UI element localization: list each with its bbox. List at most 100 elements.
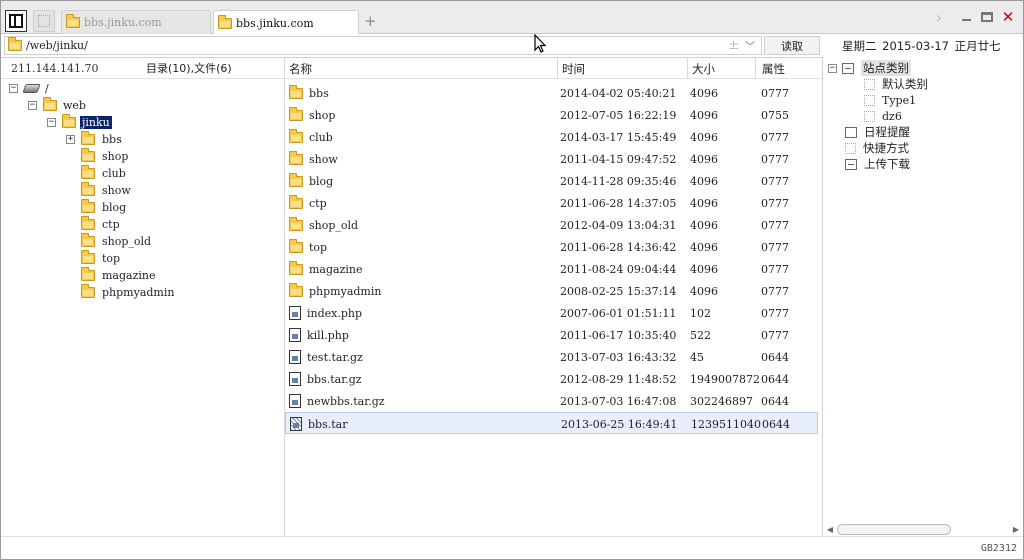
file-name: shop_old [309,218,359,232]
category-item[interactable]: Type1 [864,92,916,108]
scroll-thumb[interactable] [837,523,951,535]
schedule-node[interactable]: 日程提醒 [845,124,910,140]
file-size: 302246897 [690,394,753,408]
folder-icon [43,97,57,111]
folder-icon [81,267,95,281]
folder-icon [289,282,303,297]
file-row[interactable]: bbs.tar 2013-06-25 16:49:41 1239511040 0644 [285,412,818,434]
directory-tree-panel: 211.144.141.70 目录(10),文件(6) − / − web − … [1,58,285,536]
file-row[interactable]: top 2011-06-28 14:36:42 4096 0777 [285,236,818,258]
scroll-right-icon[interactable]: ▶ [1011,525,1021,534]
file-name: top [309,240,328,254]
tree-node-club[interactable]: club [81,165,126,182]
tab-site-1[interactable]: bbs.jinku.com [61,10,211,34]
path-input[interactable]: /web/jinku/ ± ﹀ [4,36,762,55]
folder-icon [289,84,303,99]
file-time: 2012-04-09 13:04:31 [560,218,677,232]
blank-page-icon[interactable] [33,10,55,32]
close-icon[interactable]: ✕ [1001,8,1015,26]
file-size: 102 [690,306,711,320]
new-tab-plus-icon[interactable]: + [364,13,377,29]
tree-node-bbs[interactable]: + bbs [66,131,122,148]
file-name-cell: newbbs.tar.gz [289,390,385,412]
encoding-label[interactable]: GB2312 [981,543,1017,554]
site-category-node[interactable]: − 站点类别 [828,60,911,76]
file-row[interactable]: kill.php 2011-06-17 10:35:40 522 0777 [285,324,818,346]
file-time: 2011-04-15 09:47:52 [560,152,677,166]
tab-site-2-active[interactable]: bbs.jinku.com [213,10,359,35]
file-attr: 0777 [761,262,789,276]
tree-node-blog[interactable]: blog [81,199,126,216]
category-item[interactable]: dz6 [864,108,902,124]
column-time[interactable]: 时间 [558,58,585,79]
file-row[interactable]: bbs 2014-04-02 05:40:21 4096 0777 [285,82,818,104]
chevron-right-icon[interactable]: › [932,8,946,27]
column-attr[interactable]: 属性 [758,58,785,79]
category-item[interactable]: 默认类别 [864,76,928,92]
folder-icon [8,37,22,51]
collapse-icon[interactable]: − [9,84,18,93]
file-row[interactable]: newbbs.tar.gz 2013-07-03 16:47:08 30224689… [285,390,818,412]
tree-node-magazine[interactable]: magazine [81,267,156,284]
tree-node-jinku[interactable]: − jinku [47,114,112,131]
expand-icon[interactable]: + [66,135,75,144]
collapse-icon[interactable]: − [47,118,56,127]
file-time: 2013-07-03 16:47:08 [560,394,677,408]
tree-node-phpmyadmin[interactable]: phpmyadmin [81,284,174,301]
tree-label: club [102,167,126,180]
transfer-node[interactable]: 上传下载 [845,156,910,172]
tree-node-ctp[interactable]: ctp [81,216,120,233]
file-row[interactable]: blog 2014-11-28 09:35:46 4096 0777 [285,170,818,192]
shortcuts-node[interactable]: 快捷方式 [845,140,909,156]
file-attr: 0644 [762,417,790,431]
maximize-icon[interactable] [980,9,994,25]
file-row[interactable]: test.tar.gz 2013-07-03 16:43:32 45 0644 [285,346,818,368]
folder-icon [81,148,95,162]
folder-icon [289,260,303,275]
file-name: club [309,130,333,144]
tree-node-show[interactable]: show [81,182,131,199]
tree-node-root[interactable]: − / [9,80,49,97]
file-row[interactable]: bbs.tar.gz 2012-08-29 11:48:52 1949007872 0… [285,368,818,390]
file-time: 2014-04-02 05:40:21 [560,86,677,100]
status-bar: GB2312 [1,536,1023,559]
tree-label: show [102,184,131,197]
category-item-icon [864,94,875,106]
horizontal-scrollbar[interactable]: ◀ ▶ [825,522,1021,536]
tree-label: blog [102,201,127,214]
file-name-cell: phpmyadmin [289,280,381,302]
file-row[interactable]: magazine 2011-08-24 09:04:44 4096 0777 [285,258,818,280]
file-row[interactable]: club 2014-03-17 15:45:49 4096 0777 [285,126,818,148]
chevron-down-icon[interactable]: ﹀ [745,38,755,53]
tree-node-top[interactable]: top [81,250,120,267]
tab-bar: bbs.jinku.com bbs.jinku.com + › ✕ [1,1,1023,35]
file-name-cell: ctp [289,192,327,214]
file-time: 2012-08-29 11:48:52 [560,372,677,386]
collapse-icon[interactable]: − [28,101,37,110]
file-row[interactable]: phpmyadmin 2008-02-25 15:37:14 4096 0777 [285,280,818,302]
category-label: dz6 [882,109,902,123]
panel-toggle-icon[interactable] [5,10,27,32]
tree-node-web[interactable]: − web [28,97,86,114]
tree-node-shop_old[interactable]: shop_old [81,233,151,250]
collapse-icon[interactable]: − [828,63,837,73]
tree-node-shop[interactable]: shop [81,148,128,165]
file-size: 4096 [690,86,718,100]
column-size[interactable]: 大小 [688,58,715,79]
file-size: 4096 [690,152,718,166]
add-bookmark-icon[interactable]: ± [728,38,739,53]
file-time: 2014-11-28 09:35:46 [560,174,677,188]
file-row[interactable]: ctp 2011-06-28 14:37:05 4096 0777 [285,192,818,214]
file-row[interactable]: show 2011-04-15 09:47:52 4096 0777 [285,148,818,170]
file-row[interactable]: index.php 2007-06-01 01:51:11 102 0777 [285,302,818,324]
file-row[interactable]: shop_old 2012-04-09 13:04:31 4096 0777 [285,214,818,236]
file-time: 2011-06-28 14:37:05 [560,196,677,210]
file-size: 522 [690,328,711,342]
minimize-icon[interactable] [959,9,973,25]
folder-icon [289,216,303,231]
folder-icon [81,165,95,179]
file-row[interactable]: shop 2012-07-05 16:22:19 4096 0755 [285,104,818,126]
read-button[interactable]: 读取 [764,36,820,55]
scroll-left-icon[interactable]: ◀ [825,525,835,534]
column-name[interactable]: 名称 [285,58,312,79]
